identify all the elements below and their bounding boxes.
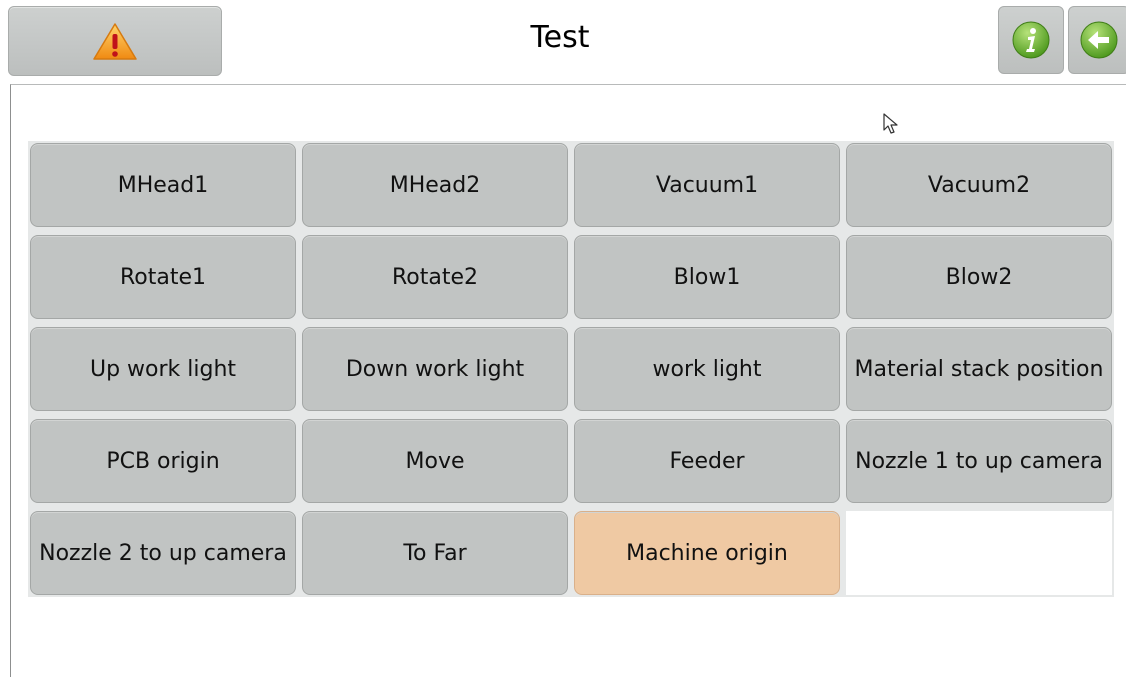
machine-origin-button[interactable]: Machine origin: [574, 511, 840, 595]
nozzle1-to-up-camera-button[interactable]: Nozzle 1 to up camera: [846, 419, 1112, 503]
info-icon: [1012, 21, 1050, 59]
vacuum1-button[interactable]: Vacuum1: [574, 143, 840, 227]
up-work-light-button[interactable]: Up work light: [30, 327, 296, 411]
nozzle2-to-up-camera-button[interactable]: Nozzle 2 to up camera: [30, 511, 296, 595]
mhead2-button[interactable]: MHead2: [302, 143, 568, 227]
empty-slot: [846, 511, 1112, 595]
info-button[interactable]: [998, 6, 1064, 74]
top-bar: Test: [0, 0, 1126, 84]
rotate2-button[interactable]: Rotate2: [302, 235, 568, 319]
page-title: Test: [530, 20, 590, 55]
work-light-button[interactable]: work light: [574, 327, 840, 411]
down-work-light-button[interactable]: Down work light: [302, 327, 568, 411]
mhead1-button[interactable]: MHead1: [30, 143, 296, 227]
material-stack-position-button[interactable]: Material stack position: [846, 327, 1112, 411]
blow1-button[interactable]: Blow1: [574, 235, 840, 319]
back-arrow-icon: [1080, 21, 1118, 59]
to-far-button[interactable]: To Far: [302, 511, 568, 595]
vacuum2-button[interactable]: Vacuum2: [846, 143, 1112, 227]
move-button[interactable]: Move: [302, 419, 568, 503]
pcb-origin-button[interactable]: PCB origin: [30, 419, 296, 503]
blow2-button[interactable]: Blow2: [846, 235, 1112, 319]
back-button[interactable]: [1068, 6, 1126, 74]
feeder-button[interactable]: Feeder: [574, 419, 840, 503]
test-button-grid: MHead1 MHead2 Vacuum1 Vacuum2 Rotate1 Ro…: [28, 141, 1114, 597]
warning-button[interactable]: [8, 6, 222, 76]
warning-triangle-icon: [93, 23, 137, 60]
rotate1-button[interactable]: Rotate1: [30, 235, 296, 319]
mouse-cursor-icon: [883, 113, 898, 134]
